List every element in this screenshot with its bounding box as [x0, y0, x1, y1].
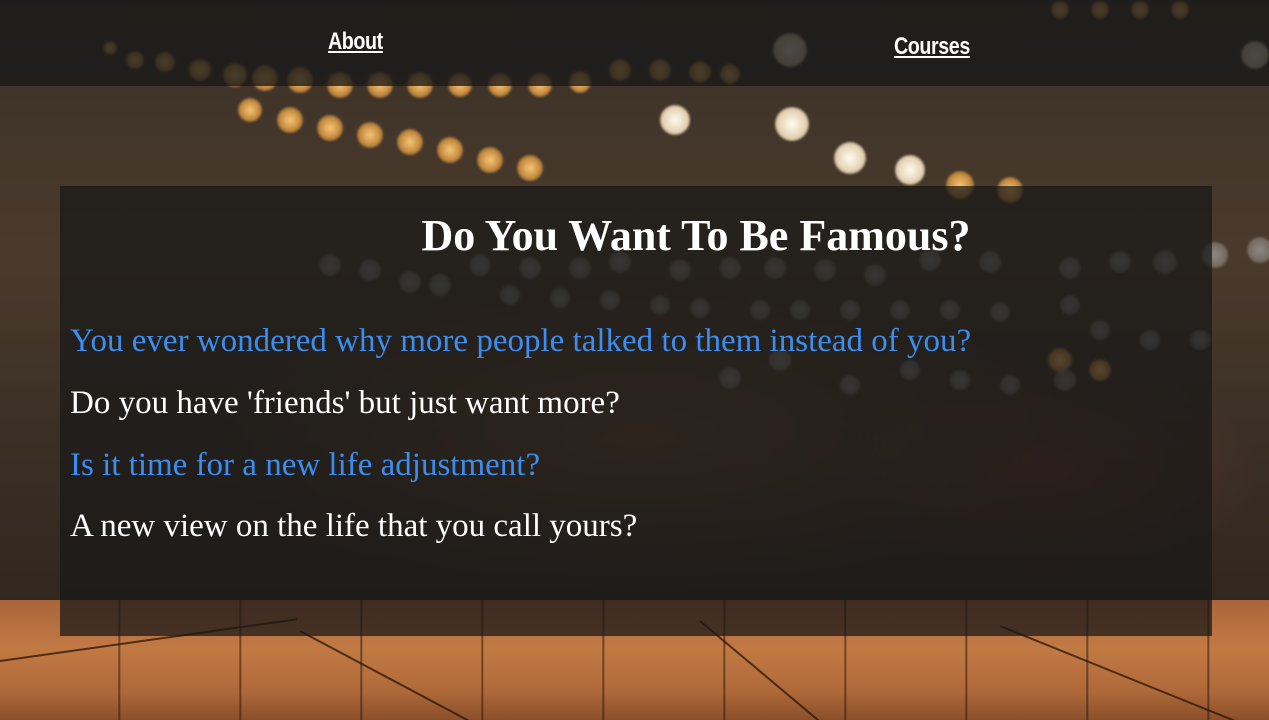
nav-link-about[interactable]: About [328, 28, 383, 56]
bokeh-light [1247, 237, 1269, 263]
hero-line-3: Is it time for a new life adjustment? [70, 447, 541, 483]
hero-line-2: Do you have 'friends' but just want more… [70, 385, 620, 421]
bokeh-light [437, 137, 463, 163]
hero-line-4: A new view on the life that you call you… [70, 508, 638, 544]
bokeh-light [357, 122, 383, 148]
bokeh-light [517, 155, 543, 181]
bokeh-light [660, 105, 690, 135]
bokeh-light [895, 155, 925, 185]
bokeh-light [775, 107, 809, 141]
top-navbar: About Courses [0, 0, 1269, 86]
bokeh-light [834, 142, 866, 174]
nav-link-courses[interactable]: Courses [894, 33, 970, 61]
hero-panel: Do You Want To Be Famous? You ever wonde… [60, 186, 1212, 636]
bokeh-light [397, 129, 423, 155]
hero-title: Do You Want To Be Famous? [421, 211, 971, 260]
bokeh-light [277, 107, 303, 133]
bokeh-light [477, 147, 503, 173]
bokeh-light [317, 115, 343, 141]
hero-line-1: You ever wondered why more people talked… [70, 323, 972, 359]
bokeh-light [238, 98, 262, 122]
